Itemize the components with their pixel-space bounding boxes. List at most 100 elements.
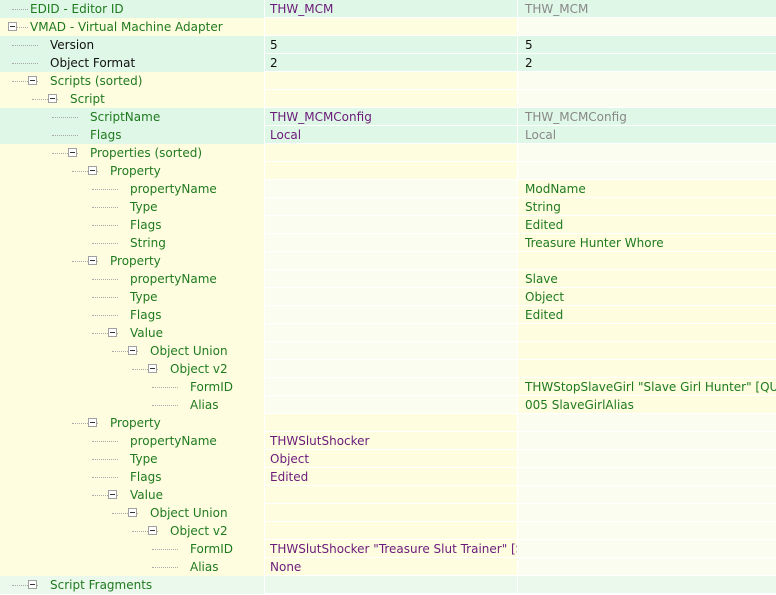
field-name-cell[interactable]: Flags [0,216,264,234]
value-cell-secondary[interactable]: String [518,198,776,216]
field-name-cell[interactable]: Flags [0,468,264,486]
value-cell-primary[interactable]: THWSlutShocker [265,432,517,450]
value-cell-secondary[interactable] [518,540,776,558]
tree-row-value[interactable]: Value [0,486,776,504]
tree-row-flags[interactable]: Flags Edited [0,216,776,234]
value-cell-primary[interactable] [265,576,517,594]
field-name-cell[interactable]: Object Union [0,342,264,360]
value-cell-secondary[interactable] [518,72,776,90]
value-cell-secondary[interactable] [518,324,776,342]
collapse-toggle-icon[interactable] [28,76,37,85]
value-cell-secondary[interactable] [518,342,776,360]
field-name-cell[interactable]: Object v2 [0,522,264,540]
value-cell-primary[interactable] [265,198,517,216]
tree-row-property[interactable]: Property [0,414,776,432]
value-cell-primary[interactable] [265,360,517,378]
tree-row-object-union[interactable]: Object Union [0,504,776,522]
field-name-cell[interactable]: FormID [0,378,264,396]
tree-row-type[interactable]: Type String [0,198,776,216]
field-name-cell[interactable]: ScriptName [0,108,264,126]
tree-row-object-format[interactable]: Object Format 2 2 [0,54,776,72]
value-cell-secondary[interactable]: 2 [518,54,776,72]
tree-row-edid-editor-id[interactable]: EDID - Editor ID THW_MCM THW_MCM [0,0,776,18]
value-cell-primary[interactable]: Object [265,450,517,468]
field-name-cell[interactable]: Alias [0,558,264,576]
tree-row-propertyname[interactable]: propertyName ModName [0,180,776,198]
value-cell-secondary[interactable]: ModName [518,180,776,198]
tree-row-type[interactable]: Type Object [0,450,776,468]
field-name-cell[interactable]: Flags [0,306,264,324]
field-name-cell[interactable]: Value [0,324,264,342]
value-cell-secondary[interactable]: THWStopSlaveGirl "Slave Girl Hunter" [QU… [518,378,776,396]
tree-row-vmad-virtual-machine-adapter[interactable]: VMAD - Virtual Machine Adapter [0,18,776,36]
tree-row-scriptname[interactable]: ScriptName THW_MCMConfig THW_MCMConfig [0,108,776,126]
field-name-cell[interactable]: Script [0,90,264,108]
field-name-cell[interactable]: FormID [0,540,264,558]
tree-row-version[interactable]: Version 5 5 [0,36,776,54]
record-tree-view[interactable]: EDID - Editor ID THW_MCM THW_MCM VMAD - Vir… [0,0,776,595]
value-cell-primary[interactable] [265,396,517,414]
value-cell-secondary[interactable] [518,450,776,468]
value-cell-primary[interactable] [265,234,517,252]
tree-row-alias[interactable]: Alias None [0,558,776,576]
value-cell-secondary[interactable]: Edited [518,306,776,324]
value-cell-secondary[interactable]: THW_MCM [518,0,776,18]
value-cell-primary[interactable] [265,378,517,396]
collapse-toggle-icon[interactable] [108,328,117,337]
value-cell-primary[interactable] [265,270,517,288]
value-cell-secondary[interactable]: 5 [518,36,776,54]
field-name-cell[interactable]: Property [0,252,264,270]
collapse-toggle-icon[interactable] [128,508,137,517]
collapse-toggle-icon[interactable] [108,490,117,499]
field-name-cell[interactable]: Object v2 [0,360,264,378]
field-name-cell[interactable]: Alias [0,396,264,414]
value-cell-secondary[interactable] [518,432,776,450]
tree-row-property[interactable]: Property [0,252,776,270]
value-cell-primary[interactable] [265,486,517,504]
value-cell-primary[interactable]: Local [265,126,517,144]
value-cell-primary[interactable]: THW_MCM [265,0,517,18]
field-name-cell[interactable]: Type [0,198,264,216]
field-name-cell[interactable]: String [0,234,264,252]
value-cell-secondary[interactable] [518,522,776,540]
value-cell-secondary[interactable]: Treasure Hunter Whore [518,234,776,252]
collapse-toggle-icon[interactable] [8,22,17,31]
collapse-toggle-icon[interactable] [128,346,137,355]
tree-row-scripts-sorted[interactable]: Scripts (sorted) [0,72,776,90]
field-name-cell[interactable]: Object Union [0,504,264,522]
tree-row-script[interactable]: Script [0,90,776,108]
value-cell-secondary[interactable] [518,144,776,162]
value-cell-secondary[interactable] [518,468,776,486]
value-cell-secondary[interactable]: THW_MCMConfig [518,108,776,126]
collapse-toggle-icon[interactable] [88,166,97,175]
field-name-cell[interactable]: Flags [0,126,264,144]
field-name-cell[interactable]: Script Fragments [0,576,264,594]
value-cell-secondary[interactable]: Object [518,288,776,306]
field-name-cell[interactable]: Type [0,288,264,306]
field-name-cell[interactable]: Value [0,486,264,504]
value-cell-primary[interactable] [265,72,517,90]
value-cell-secondary[interactable] [518,414,776,432]
tree-row-type[interactable]: Type Object [0,288,776,306]
value-cell-primary[interactable] [265,504,517,522]
tree-row-alias[interactable]: Alias 005 SlaveGirlAlias [0,396,776,414]
value-cell-secondary[interactable] [518,558,776,576]
value-cell-primary[interactable] [265,288,517,306]
tree-row-flags[interactable]: Flags Edited [0,468,776,486]
field-name-cell[interactable]: propertyName [0,432,264,450]
value-cell-primary[interactable]: None [265,558,517,576]
value-cell-secondary[interactable] [518,90,776,108]
value-cell-primary[interactable]: THW_MCMConfig [265,108,517,126]
tree-row-object-v2[interactable]: Object v2 [0,522,776,540]
field-name-cell[interactable]: VMAD - Virtual Machine Adapter [0,18,264,36]
value-cell-primary[interactable]: Edited [265,468,517,486]
value-cell-secondary[interactable]: Edited [518,216,776,234]
value-cell-primary[interactable] [265,306,517,324]
tree-row-properties-sorted[interactable]: Properties (sorted) [0,144,776,162]
collapse-toggle-icon[interactable] [28,580,37,589]
tree-row-value[interactable]: Value [0,324,776,342]
value-cell-secondary[interactable] [518,360,776,378]
value-cell-secondary[interactable] [518,576,776,594]
value-cell-primary[interactable] [265,324,517,342]
field-name-cell[interactable]: propertyName [0,270,264,288]
